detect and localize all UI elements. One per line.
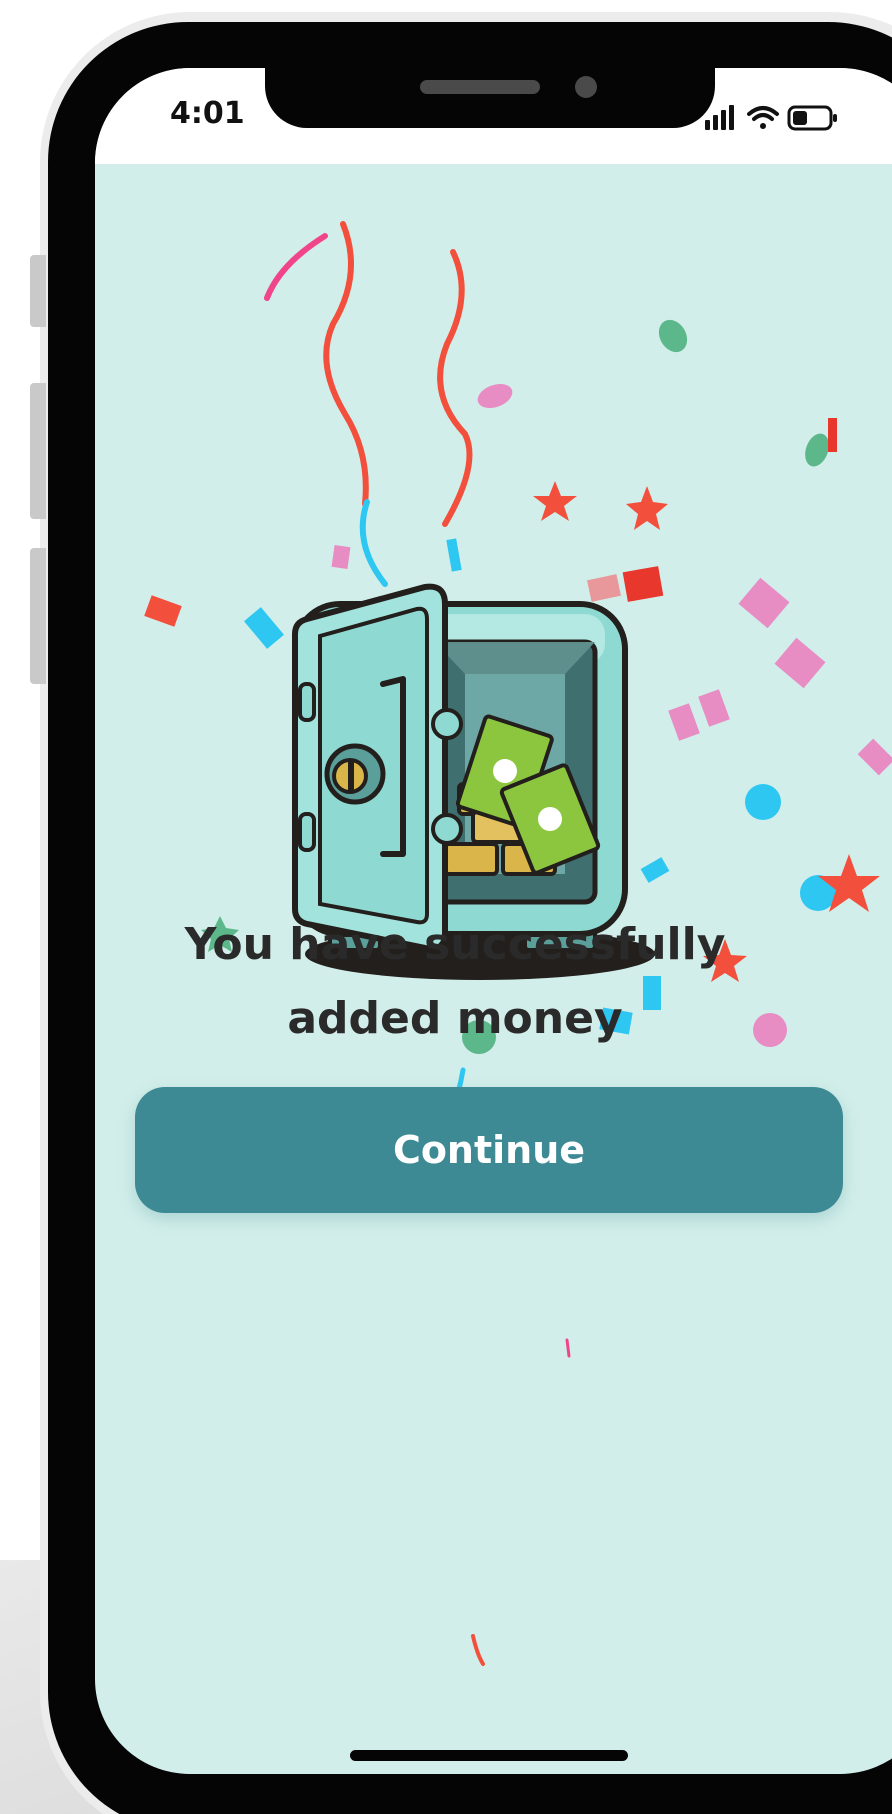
wifi-icon [747,106,779,129]
cellular-signal-icon [705,105,734,130]
mute-switch [30,255,46,327]
app-canvas: 4:01 You have successfully added money C… [0,0,892,1814]
phone-screen: 4:01 You have successfully added money C… [95,68,892,1774]
front-camera [575,76,597,98]
volume-down-button [30,548,46,684]
continue-button[interactable]: Continue [135,1087,843,1213]
status-time: 4:01 [170,96,245,131]
notch [265,68,715,128]
battery-icon [787,105,837,131]
home-indicator[interactable] [350,1750,628,1761]
speaker-grille [420,80,540,94]
success-message: You have successfully added money [184,919,726,1044]
status-icons [705,105,837,131]
volume-up-button [30,383,46,519]
